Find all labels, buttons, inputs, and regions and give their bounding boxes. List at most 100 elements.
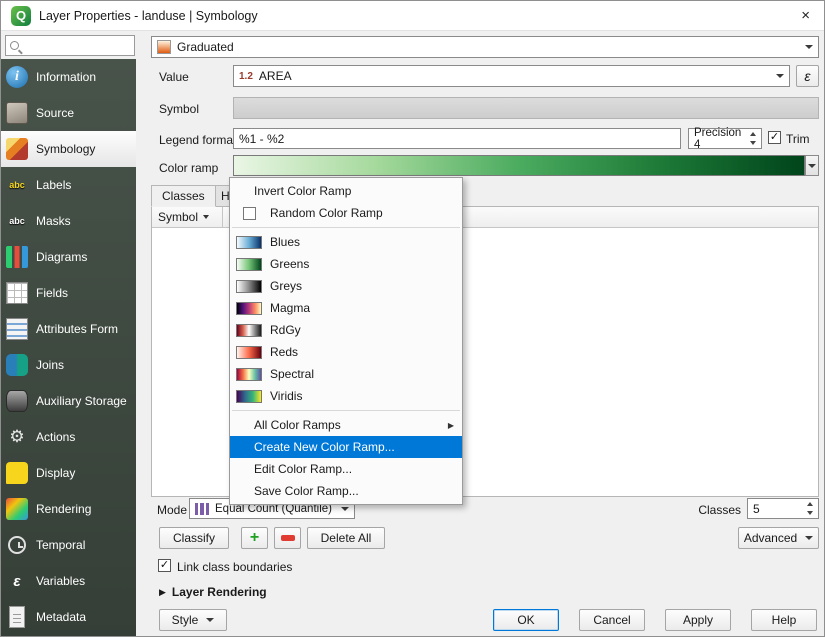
spinner-arrows-icon[interactable] xyxy=(747,132,758,145)
source-icon xyxy=(6,102,28,124)
sidebar-label: Display xyxy=(36,466,75,480)
sidebar-label: Symbology xyxy=(36,142,95,156)
viridis-ramp-icon xyxy=(236,390,262,403)
menu-item-rdgy[interactable]: RdGy xyxy=(230,319,462,341)
greys-ramp-icon xyxy=(236,280,262,293)
fields-icon xyxy=(6,282,28,304)
value-label: Value xyxy=(159,70,189,84)
menu-item-label: Reds xyxy=(270,345,298,359)
style-button[interactable]: Style xyxy=(159,609,227,631)
sidebar-item-source[interactable]: Source xyxy=(1,95,136,131)
remove-class-button[interactable] xyxy=(274,527,301,549)
apply-button[interactable]: Apply xyxy=(665,609,731,631)
sidebar-item-joins[interactable]: Joins xyxy=(1,347,136,383)
menu-item-greens[interactable]: Greens xyxy=(230,253,462,275)
auxiliary-storage-icon xyxy=(6,390,28,412)
layer-rendering-expander[interactable]: ▶ Layer Rendering xyxy=(159,585,267,599)
tab-classes[interactable]: Classes xyxy=(151,185,216,207)
column-header-symbol[interactable]: Symbol xyxy=(152,207,223,227)
precision-spinbox[interactable]: Precision 4 xyxy=(688,128,762,149)
classify-button[interactable]: Classify xyxy=(159,527,229,549)
expression-builder-button[interactable]: ε xyxy=(796,65,819,87)
sidebar-search xyxy=(5,35,135,56)
decimal-field-type-icon: 1.2 xyxy=(239,71,253,82)
sidebar-item-temporal[interactable]: Temporal xyxy=(1,527,136,563)
button-label: OK xyxy=(517,613,534,627)
cancel-button[interactable]: Cancel xyxy=(579,609,645,631)
sidebar-item-diagrams[interactable]: Diagrams xyxy=(1,239,136,275)
spectral-ramp-icon xyxy=(236,368,262,381)
delete-all-button[interactable]: Delete All xyxy=(307,527,385,549)
chevron-down-icon xyxy=(203,215,209,219)
classes-spinbox[interactable]: 5 xyxy=(747,498,819,519)
sidebar-item-rendering[interactable]: Rendering xyxy=(1,491,136,527)
sidebar-item-variables[interactable]: εVariables xyxy=(1,563,136,599)
menu-item-random-color-ramp[interactable]: Random Color Ramp xyxy=(230,202,462,224)
advanced-button[interactable]: Advanced xyxy=(738,527,819,549)
menu-item-edit-color-ramp[interactable]: Edit Color Ramp... xyxy=(230,458,462,480)
close-icon[interactable]: × xyxy=(797,7,814,24)
sidebar-item-metadata[interactable]: Metadata xyxy=(1,599,136,635)
sidebar-item-actions[interactable]: ⚙Actions xyxy=(1,419,136,455)
sidebar-item-auxiliary-storage[interactable]: Auxiliary Storage xyxy=(1,383,136,419)
color-ramp-label: Color ramp xyxy=(159,161,218,175)
ok-button[interactable]: OK xyxy=(493,609,559,631)
legend-format-label: Legend format xyxy=(159,133,236,147)
sidebar-item-masks[interactable]: abcMasks xyxy=(1,203,136,239)
qgis-logo-icon: Q xyxy=(11,6,31,26)
magma-ramp-icon xyxy=(236,302,262,315)
menu-item-viridis[interactable]: Viridis xyxy=(230,385,462,407)
sidebar-item-symbology[interactable]: Symbology xyxy=(1,131,136,167)
masks-icon: abc xyxy=(6,210,28,232)
sidebar-label: Joins xyxy=(36,358,64,372)
layer-properties-dialog: Q Layer Properties - landuse | Symbology… xyxy=(0,0,825,637)
chevron-down-icon xyxy=(808,164,816,168)
menu-item-all-color-ramps[interactable]: All Color Ramps▶ xyxy=(230,414,462,436)
sidebar-item-attributes-form[interactable]: Attributes Form xyxy=(1,311,136,347)
button-label: Help xyxy=(772,613,797,627)
layer-rendering-label: Layer Rendering xyxy=(172,585,267,599)
menu-item-label: All Color Ramps xyxy=(254,418,341,432)
menu-item-label: Create New Color Ramp... xyxy=(254,440,395,454)
menu-item-label: Greys xyxy=(270,279,302,293)
link-class-boundaries-checkbox[interactable]: ✓ xyxy=(158,559,171,572)
menu-item-reds[interactable]: Reds xyxy=(230,341,462,363)
button-label: Apply xyxy=(683,613,713,627)
menu-item-create-new-color-ramp[interactable]: Create New Color Ramp... xyxy=(230,436,462,458)
add-class-button[interactable]: + xyxy=(241,527,268,549)
menu-item-save-color-ramp[interactable]: Save Color Ramp... xyxy=(230,480,462,502)
greens-ramp-icon xyxy=(236,258,262,271)
actions-gear-icon: ⚙ xyxy=(6,426,28,448)
menu-item-magma[interactable]: Magma xyxy=(230,297,462,319)
renderer-value: Graduated xyxy=(177,40,234,54)
value-field-combo[interactable]: 1.2 AREA xyxy=(233,65,790,87)
color-ramp-dropdown-button[interactable] xyxy=(805,155,819,176)
epsilon-icon: ε xyxy=(804,68,810,84)
sidebar-item-display[interactable]: Display xyxy=(1,455,136,491)
menu-item-spectral[interactable]: Spectral xyxy=(230,363,462,385)
menu-item-invert-color-ramp[interactable]: Invert Color Ramp xyxy=(230,180,462,202)
rendering-icon xyxy=(6,498,28,520)
sidebar-item-information[interactable]: iInformation xyxy=(1,59,136,95)
joins-icon xyxy=(6,354,28,376)
labels-icon: abc xyxy=(6,174,28,196)
attributes-form-icon xyxy=(6,318,28,340)
classes-count-label: Classes xyxy=(677,503,741,517)
legend-format-input[interactable]: %1 - %2 xyxy=(233,128,681,149)
sidebar-label: Source xyxy=(36,106,74,120)
menu-item-label: Blues xyxy=(270,235,300,249)
menu-item-blues[interactable]: Blues xyxy=(230,231,462,253)
color-ramp-preview[interactable] xyxy=(233,155,805,176)
menu-item-greys[interactable]: Greys xyxy=(230,275,462,297)
spinner-arrows-icon[interactable] xyxy=(804,502,815,515)
precision-value: Precision 4 xyxy=(694,127,745,151)
search-input[interactable] xyxy=(23,40,165,52)
trim-checkbox[interactable]: ✓ xyxy=(768,131,781,144)
renderer-select[interactable]: Graduated xyxy=(151,36,819,58)
check-icon: ✓ xyxy=(770,132,779,143)
sidebar-item-fields[interactable]: Fields xyxy=(1,275,136,311)
button-label: Cancel xyxy=(593,613,630,627)
sidebar-item-labels[interactable]: abcLabels xyxy=(1,167,136,203)
help-button[interactable]: Help xyxy=(751,609,817,631)
histogram-mode-icon xyxy=(195,503,209,515)
